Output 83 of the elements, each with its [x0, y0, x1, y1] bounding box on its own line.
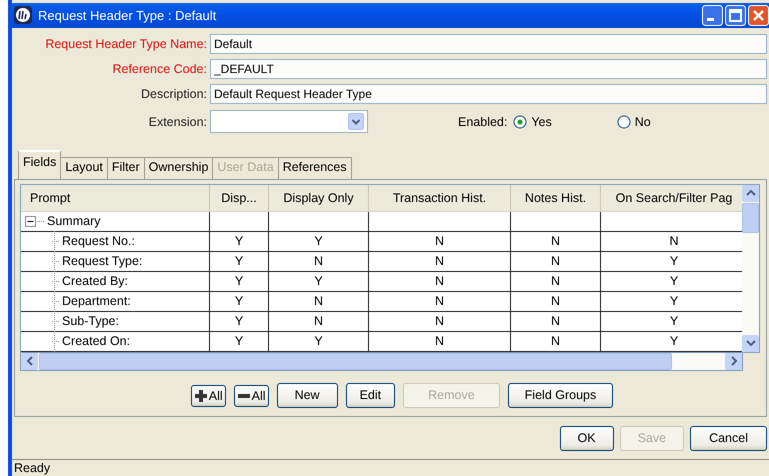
table-cell: Y — [234, 274, 244, 288]
field-label: Extension: — [148, 114, 208, 129]
table-cell: N — [434, 314, 444, 328]
radio-icon[interactable] — [616, 114, 631, 129]
table-cell: N — [550, 294, 560, 308]
table-cell: N — [669, 234, 679, 248]
vertical-scrollbar[interactable] — [742, 184, 759, 352]
tree-node-label[interactable]: Created On: — [62, 334, 130, 348]
plus-icon — [194, 388, 208, 403]
app-logo-icon — [14, 6, 32, 24]
column-header[interactable]: Transaction Hist. — [369, 184, 511, 211]
tab[interactable]: Ownership — [144, 156, 214, 179]
text-field[interactable]: _DEFAULT — [210, 59, 767, 80]
radio-option[interactable]: No — [616, 114, 651, 129]
table-cell: N — [550, 234, 560, 248]
table-cell: Y — [670, 294, 678, 308]
table-cell: Y — [314, 274, 323, 288]
table-cell: N — [550, 254, 560, 268]
tab[interactable]: References — [278, 156, 352, 179]
toolbar-button[interactable]: All — [190, 384, 226, 407]
collapse-icon[interactable] — [25, 216, 36, 227]
table-cell: N — [314, 294, 324, 308]
table-cell: N — [434, 334, 444, 348]
tree-node-label[interactable]: Sub-Type: — [62, 314, 119, 328]
scroll-left-icon[interactable] — [26, 356, 34, 366]
horizontal-scrollbar[interactable] — [20, 352, 743, 371]
table-cell: Y — [234, 334, 244, 348]
tab[interactable]: Fields — [18, 150, 62, 179]
table-cell: Y — [314, 234, 323, 248]
scroll-right-icon[interactable] — [730, 356, 738, 366]
status-bar: Ready — [12, 458, 769, 476]
field-label: Description: — [140, 87, 208, 102]
table-cell: N — [550, 314, 560, 328]
tab[interactable]: Layout — [61, 156, 108, 179]
table-cell: Y — [234, 314, 244, 328]
table-cell: Y — [234, 234, 244, 248]
tree-node-label[interactable]: Summary — [47, 214, 100, 228]
tab[interactable]: Filter — [108, 156, 145, 179]
table-cell: N — [550, 274, 560, 288]
column-header[interactable]: Notes Hist. — [511, 184, 601, 211]
table-cell: N — [314, 254, 324, 268]
enabled-label: Enabled: — [458, 114, 508, 129]
table-cell: Y — [670, 254, 678, 268]
table-cell: Y — [314, 334, 323, 348]
dialog-button[interactable]: OK — [560, 426, 614, 451]
minimize-icon[interactable] — [702, 4, 723, 26]
table-cell: N — [434, 274, 444, 288]
toolbar-button[interactable]: All — [234, 384, 269, 407]
tree-node-label[interactable]: Request No.: — [62, 234, 135, 248]
scroll-up-icon[interactable] — [746, 189, 756, 198]
table-cell: Y — [234, 294, 244, 308]
toolbar-button[interactable]: Field Groups — [508, 382, 614, 408]
text-field[interactable]: Default Request Header Type — [210, 84, 767, 104]
radio-option[interactable]: Yes — [513, 114, 552, 129]
column-header[interactable]: Display Only — [269, 184, 369, 211]
tree-node-label[interactable]: Department: — [62, 294, 131, 308]
field-label: Request Header Type Name: — [44, 37, 208, 52]
table-cell: N — [434, 294, 444, 308]
tree-line — [37, 220, 44, 222]
toolbar-button[interactable]: Edit — [346, 382, 396, 408]
radio-icon[interactable] — [513, 114, 528, 129]
close-icon[interactable] — [748, 4, 769, 26]
tree-node-label[interactable]: Created By: — [62, 274, 128, 288]
table-cell: Y — [670, 274, 678, 288]
table-cell: N — [550, 334, 560, 348]
table-cell: N — [314, 314, 324, 328]
window-title: Request Header Type : Default — [38, 8, 218, 23]
table-cell: Y — [670, 334, 678, 348]
table-cell: N — [434, 234, 444, 248]
dialog-button[interactable]: Cancel — [690, 426, 767, 451]
text-field[interactable]: Default — [210, 34, 767, 54]
field-label: Reference Code: — [111, 62, 208, 76]
column-header[interactable]: Prompt — [21, 184, 210, 211]
scroll-down-icon[interactable] — [746, 339, 756, 348]
scrollbar-thumb[interactable] — [742, 202, 759, 233]
maximize-icon[interactable] — [725, 4, 746, 26]
extension-dropdown[interactable] — [210, 110, 368, 134]
table-cell: Y — [670, 314, 678, 328]
toolbar-button[interactable]: New — [276, 382, 338, 408]
table-cell: N — [434, 254, 444, 268]
tree-node-label[interactable]: Request Type: — [62, 254, 142, 268]
table-cell: Y — [234, 254, 244, 268]
column-header[interactable]: Disp... — [210, 184, 269, 211]
